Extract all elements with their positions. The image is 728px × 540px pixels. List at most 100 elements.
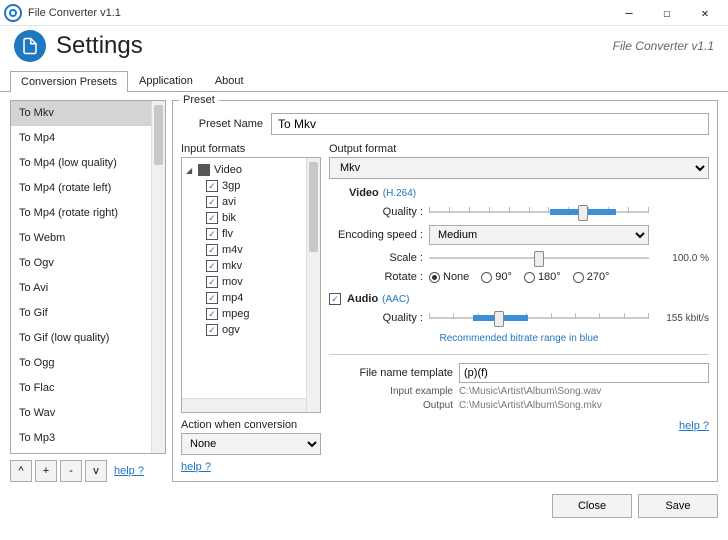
- minimize-button[interactable]: —: [610, 0, 648, 26]
- audio-quality-slider[interactable]: [429, 309, 649, 327]
- action-select[interactable]: None: [181, 433, 321, 455]
- tab-about[interactable]: About: [204, 70, 255, 91]
- preset-name-input[interactable]: [271, 113, 709, 135]
- video-quality-label: Quality :: [329, 206, 429, 218]
- tree-item[interactable]: ✓avi: [184, 194, 304, 210]
- preset-item[interactable]: To Mp4 (rotate right): [11, 201, 151, 226]
- action-help-link[interactable]: help ?: [181, 461, 321, 473]
- rotate-label: Rotate :: [329, 271, 429, 283]
- checkbox-icon[interactable]: ✓: [206, 260, 218, 272]
- checkbox-icon[interactable]: ✓: [206, 244, 218, 256]
- preset-item[interactable]: To Wav: [11, 401, 151, 426]
- video-codec-label: (H.264): [383, 188, 416, 199]
- scale-slider[interactable]: [429, 249, 649, 267]
- video-quality-slider[interactable]: [429, 203, 649, 221]
- rotate-none-radio[interactable]: None: [429, 271, 469, 283]
- page-title: Settings: [56, 32, 143, 60]
- tree-item[interactable]: ✓mov: [184, 274, 304, 290]
- tab-bar: Conversion Presets Application About: [0, 70, 728, 92]
- titlebar: File Converter v1.1 — ☐ ✕: [0, 0, 728, 26]
- preset-item[interactable]: To Ogg: [11, 351, 151, 376]
- close-button[interactable]: Close: [552, 494, 632, 518]
- filename-template-input[interactable]: [459, 363, 709, 383]
- tree-item[interactable]: ✓bik: [184, 210, 304, 226]
- radio-icon: [481, 272, 492, 283]
- checkbox-icon[interactable]: ✓: [206, 276, 218, 288]
- rotate-90-radio[interactable]: 90°: [481, 271, 512, 283]
- window-title: File Converter v1.1: [28, 7, 121, 19]
- checkbox-icon[interactable]: ✓: [206, 228, 218, 240]
- checkbox-icon[interactable]: ✓: [206, 292, 218, 304]
- checkbox-icon[interactable]: ✓: [206, 212, 218, 224]
- preset-item[interactable]: To Ogv: [11, 251, 151, 276]
- tree-item[interactable]: ✓mp4: [184, 290, 304, 306]
- tree-item[interactable]: ✓m4v: [184, 242, 304, 258]
- tree-item[interactable]: ✓flv: [184, 226, 304, 242]
- tree-item[interactable]: ✓ogv: [184, 322, 304, 338]
- checkbox-icon[interactable]: ✓: [206, 196, 218, 208]
- rotate-180-radio[interactable]: 180°: [524, 271, 561, 283]
- action-label: Action when conversion: [181, 419, 321, 431]
- preset-name-label: Preset Name: [181, 118, 271, 130]
- preset-item[interactable]: To Mp4: [11, 126, 151, 151]
- tree-group-video[interactable]: ◢ Video: [184, 162, 304, 178]
- input-formats-label: Input formats: [181, 143, 321, 155]
- rotate-270-radio[interactable]: 270°: [573, 271, 610, 283]
- page-subtitle: File Converter v1.1: [613, 39, 714, 53]
- tree-item[interactable]: ✓mpeg: [184, 306, 304, 322]
- close-window-button[interactable]: ✕: [686, 0, 724, 26]
- move-up-button[interactable]: ^: [10, 460, 32, 482]
- preset-legend: Preset: [179, 94, 219, 106]
- triangle-down-icon: ◢: [186, 166, 194, 175]
- preset-item[interactable]: To Flac: [11, 376, 151, 401]
- input-format-tree[interactable]: ◢ Video ✓3gp ✓avi ✓bik ✓flv ✓m4v ✓mkv ✓m…: [182, 158, 306, 412]
- audio-codec-label: (AAC): [382, 294, 409, 305]
- tree-scrollbar-vertical[interactable]: [306, 158, 320, 412]
- preset-list[interactable]: To Mkv To Mp4 To Mp4 (low quality) To Mp…: [11, 101, 151, 453]
- divider: [329, 354, 709, 355]
- remove-preset-button[interactable]: -: [60, 460, 82, 482]
- app-icon: [4, 4, 22, 22]
- checkbox-icon[interactable]: ✓: [206, 308, 218, 320]
- preset-item[interactable]: To Mp3: [11, 426, 151, 451]
- radio-icon: [524, 272, 535, 283]
- output-help-link[interactable]: help ?: [679, 420, 709, 432]
- tree-item[interactable]: ✓mkv: [184, 258, 304, 274]
- scale-value: 100.0 %: [649, 253, 709, 264]
- recommended-bitrate-note: Recommended bitrate range in blue: [329, 333, 709, 344]
- input-example-label: Input example: [329, 386, 459, 397]
- preset-help-link[interactable]: help ?: [114, 465, 144, 477]
- preset-item[interactable]: To Mkv: [11, 101, 151, 126]
- audio-enable-checkbox[interactable]: ✓: [329, 293, 341, 305]
- maximize-button[interactable]: ☐: [648, 0, 686, 26]
- output-example-label: Output: [329, 400, 459, 411]
- preset-item[interactable]: To Mp4 (low quality): [11, 151, 151, 176]
- preset-item[interactable]: To Webm: [11, 226, 151, 251]
- radio-icon: [573, 272, 584, 283]
- checkbox-icon[interactable]: ✓: [206, 324, 218, 336]
- preset-item[interactable]: To Avi: [11, 276, 151, 301]
- tree-scrollbar-horizontal[interactable]: [182, 398, 306, 412]
- output-format-select[interactable]: Mkv: [329, 157, 709, 179]
- checkbox-indeterminate[interactable]: [198, 164, 210, 176]
- preset-item[interactable]: To Gif: [11, 301, 151, 326]
- audio-section-label: Audio: [347, 293, 378, 305]
- radio-icon: [429, 272, 440, 283]
- tab-application[interactable]: Application: [128, 70, 204, 91]
- tab-conversion-presets[interactable]: Conversion Presets: [10, 71, 128, 92]
- output-example-value: C:\Music\Artist\Album\Song.mkv: [459, 400, 709, 411]
- scale-label: Scale :: [329, 252, 429, 264]
- preset-item[interactable]: To Mp4 (rotate left): [11, 176, 151, 201]
- save-button[interactable]: Save: [638, 494, 718, 518]
- add-preset-button[interactable]: +: [35, 460, 57, 482]
- tree-item[interactable]: ✓3gp: [184, 178, 304, 194]
- header: Settings File Converter v1.1: [0, 26, 728, 68]
- move-down-button[interactable]: v: [85, 460, 107, 482]
- input-example-value: C:\Music\Artist\Album\Song.wav: [459, 386, 709, 397]
- audio-quality-label: Quality :: [329, 312, 429, 324]
- checkbox-icon[interactable]: ✓: [206, 180, 218, 192]
- preset-item[interactable]: To Gif (low quality): [11, 326, 151, 351]
- output-format-label: Output format: [329, 143, 709, 155]
- encoding-speed-select[interactable]: Medium: [429, 225, 649, 245]
- preset-list-scrollbar[interactable]: [151, 101, 165, 453]
